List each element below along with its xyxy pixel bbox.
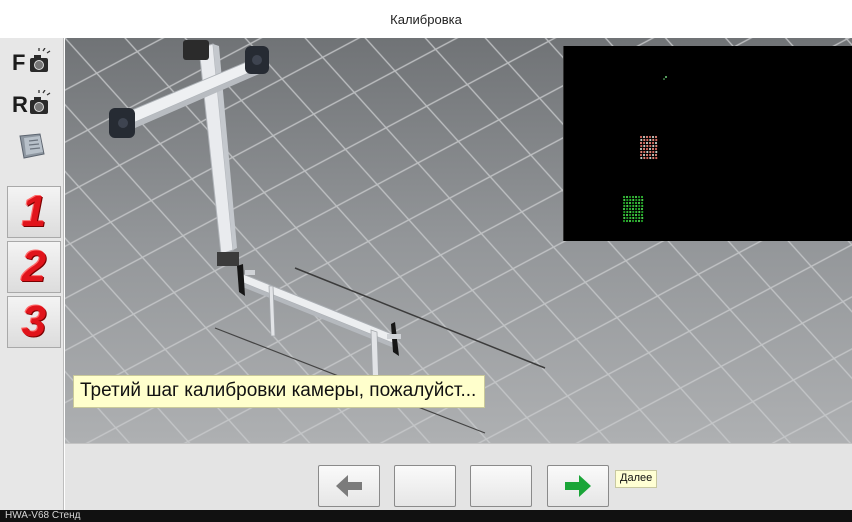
status-bar: HWA-V68 Стенд xyxy=(0,510,852,522)
empty-nav-button-1[interactable] xyxy=(394,465,456,507)
svg-text:R: R xyxy=(12,92,28,117)
navigation-bar: Далее xyxy=(65,443,852,510)
left-toolbar: F R 1 2 3 xyxy=(0,38,64,510)
calibration-book-button[interactable] xyxy=(10,132,56,160)
target-dots-red xyxy=(639,135,658,160)
front-camera-icon: F xyxy=(12,47,51,75)
camera-preview-image xyxy=(622,76,667,223)
window-title: Калибровка xyxy=(390,11,462,27)
back-button[interactable] xyxy=(318,465,380,507)
rear-camera-button[interactable]: R xyxy=(10,89,56,118)
rear-camera-icon: R xyxy=(12,89,51,117)
instruction-caption: Третий шаг калибровки камеры, пожалуйст.… xyxy=(73,375,486,408)
arrow-right-icon xyxy=(565,475,591,497)
step-3-button[interactable]: 3 xyxy=(7,296,61,348)
calibration-3d-view: Третий шаг калибровки камеры, пожалуйст.… xyxy=(65,38,852,443)
arrow-left-icon xyxy=(336,475,362,497)
window-titlebar: Калибровка xyxy=(0,0,852,38)
next-tooltip: Далее xyxy=(615,470,658,488)
step-1-button[interactable]: 1 xyxy=(7,186,61,238)
next-button[interactable] xyxy=(547,465,609,507)
target-dots-green xyxy=(622,195,644,223)
calibration-book-icon xyxy=(19,133,45,159)
front-camera-button[interactable]: F xyxy=(10,47,56,76)
camera-preview-panel xyxy=(563,46,852,241)
empty-nav-button-2[interactable] xyxy=(470,465,532,507)
svg-text:F: F xyxy=(12,50,25,75)
step-2-button[interactable]: 2 xyxy=(7,241,61,293)
